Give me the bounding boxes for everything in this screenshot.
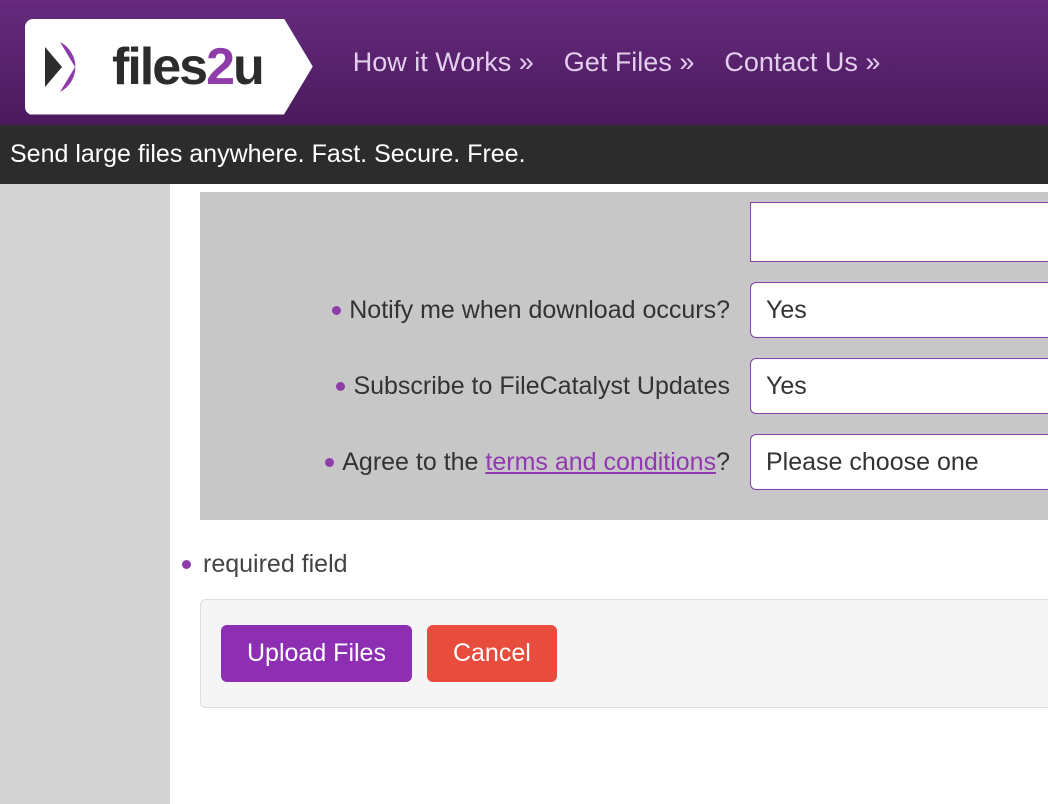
nav-get-files[interactable]: Get Files » [564,47,695,78]
form-section: Notify me when download occurs? Yes Subs… [200,192,1048,520]
form-row-subscribe: Subscribe to FileCatalyst Updates Yes [200,348,1048,424]
label-notify: Notify me when download occurs? [200,296,730,325]
header: files2u How it Works » Get Files » Conta… [0,0,1048,125]
required-icon [325,458,334,467]
required-icon [182,560,191,569]
nav-how-it-works[interactable]: How it Works » [353,47,534,78]
page-body: Notify me when download occurs? Yes Subs… [0,184,1048,804]
content-card: Notify me when download occurs? Yes Subs… [170,184,1048,804]
required-icon [336,382,345,391]
form-row-agree: Agree to the terms and conditions? Pleas… [200,424,1048,500]
label-subscribe: Subscribe to FileCatalyst Updates [200,372,730,401]
logo[interactable]: files2u [25,19,313,115]
upload-button[interactable]: Upload Files [221,625,412,682]
cancel-button[interactable]: Cancel [427,625,557,682]
form-row-partial [200,192,1048,272]
label-agree: Agree to the terms and conditions? [200,448,730,477]
terms-link[interactable]: terms and conditions [485,448,716,476]
main-nav: How it Works » Get Files » Contact Us » [353,47,881,78]
tagline: Send large files anywhere. Fast. Secure.… [0,125,1048,184]
required-icon [332,306,341,315]
select-agree[interactable]: Please choose one [750,434,1048,490]
form-row-notify: Notify me when download occurs? Yes [200,272,1048,348]
logo-text: files2u [112,37,263,97]
required-legend: required field [182,550,1048,579]
partial-input[interactable] [750,202,1048,262]
select-subscribe[interactable]: Yes [750,358,1048,414]
nav-contact-us[interactable]: Contact Us » [724,47,880,78]
logo-icon [40,37,100,97]
button-panel: Upload Files Cancel [200,599,1048,708]
select-notify[interactable]: Yes [750,282,1048,338]
